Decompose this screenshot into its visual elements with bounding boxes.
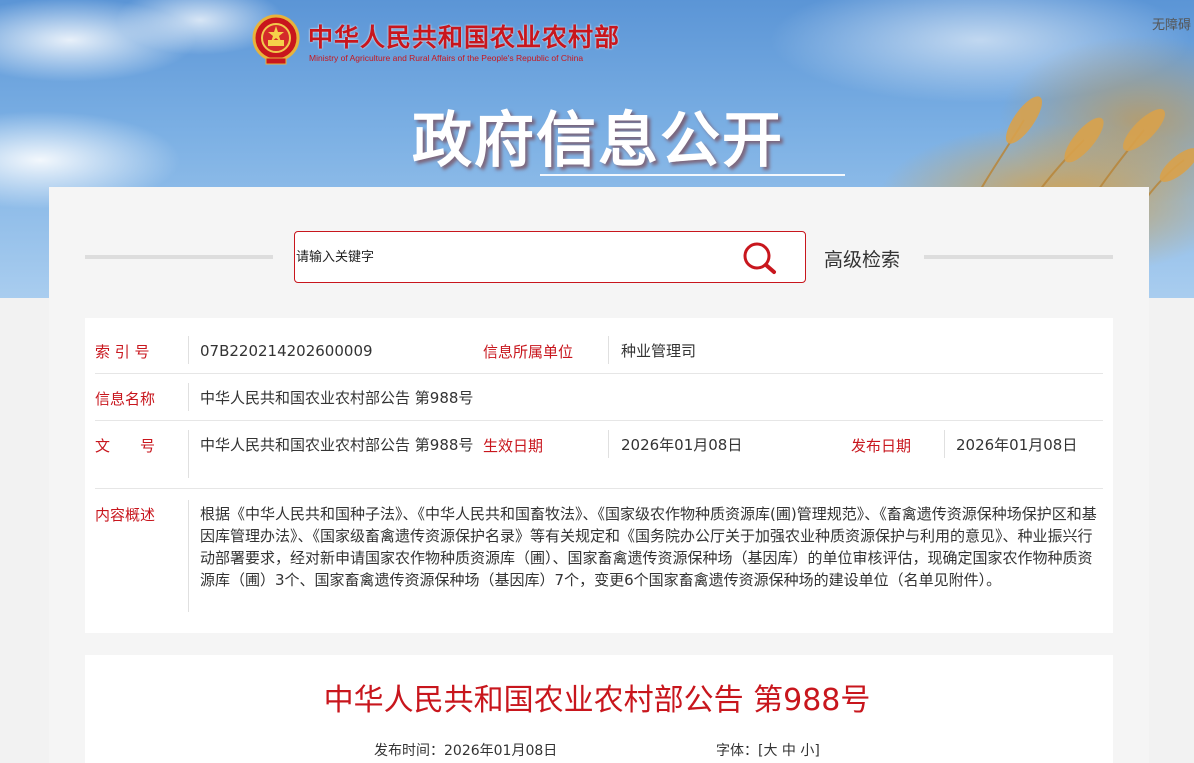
- search-icon[interactable]: [741, 240, 779, 276]
- divider: [188, 500, 189, 612]
- publish-time-label: 发布时间：: [374, 743, 444, 759]
- font-small-button[interactable]: 小: [800, 743, 814, 759]
- divider: [608, 430, 609, 458]
- divider: [188, 336, 189, 364]
- divider: [188, 383, 189, 411]
- ministry-name-en: Ministry of Agriculture and Rural Affair…: [309, 53, 584, 63]
- accessibility-link[interactable]: 无障碍: [1152, 14, 1191, 33]
- national-emblem-icon: [252, 14, 300, 65]
- row-divider: [95, 420, 1103, 421]
- banner-title: 政府信息公开: [412, 106, 784, 176]
- search-divider-left: [85, 255, 273, 259]
- name-label: 信息名称: [95, 390, 156, 408]
- doc-no-value: 中华人民共和国农业农村部公告 第988号: [200, 436, 474, 454]
- divider: [608, 336, 609, 364]
- name-value: 中华人民共和国农业农村部公告 第988号: [200, 389, 474, 407]
- row-divider: [95, 488, 1103, 489]
- advanced-search-link[interactable]: 高级检索: [824, 245, 900, 272]
- article-title: 中华人民共和国农业农村部公告 第988号: [323, 683, 871, 718]
- font-medium-button[interactable]: 中: [782, 743, 796, 759]
- publish-time: 发布时间：2026年01月08日: [374, 740, 557, 760]
- font-large-button[interactable]: 大: [763, 743, 777, 759]
- publish-date-label: 发布日期: [851, 437, 912, 455]
- divider: [188, 430, 189, 478]
- doc-no-label: 文 号: [95, 437, 156, 455]
- search-divider-right: [924, 255, 1113, 259]
- font-size-label: 字体：: [716, 743, 758, 759]
- summary-label: 内容概述: [95, 506, 156, 524]
- effective-date-label: 生效日期: [483, 437, 544, 455]
- department-value: 种业管理司: [621, 342, 697, 360]
- effective-date-value: 2026年01月08日: [621, 436, 743, 454]
- search-box: [294, 231, 806, 283]
- row-divider: [95, 373, 1103, 374]
- index-label: 索 引 号: [95, 343, 150, 361]
- ministry-name-cn[interactable]: 中华人民共和国农业农村部: [308, 18, 620, 54]
- department-label: 信息所属单位: [483, 343, 574, 361]
- search-input[interactable]: [296, 246, 726, 268]
- font-bracket-close: ]: [814, 743, 820, 759]
- index-value: 07B220214202600009: [200, 342, 373, 360]
- publish-time-value: 2026年01月08日: [444, 743, 558, 759]
- banner-title-underline: [540, 174, 845, 176]
- summary-value: 根据《中华人民共和国种子法》、《中华人民共和国畜牧法》、《国家级农作物种质资源库…: [200, 505, 1097, 589]
- divider: [944, 430, 945, 458]
- publish-date-value: 2026年01月08日: [956, 436, 1078, 454]
- font-size-selector: 字体：[大 中 小]: [716, 740, 820, 760]
